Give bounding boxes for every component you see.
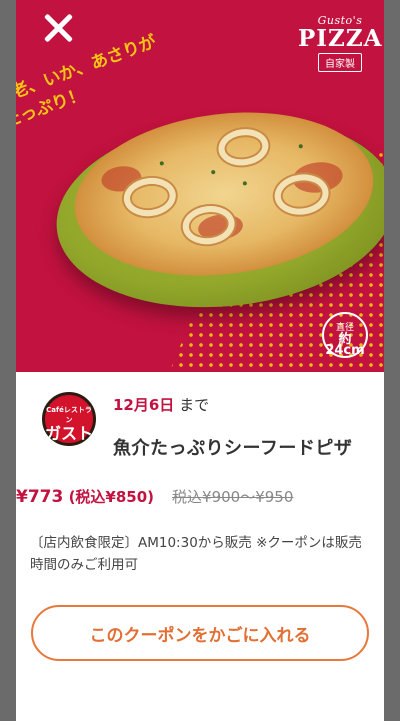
coupon-modal: Gusto's PIZZA 自家製 海老、いか、あさりがたっぷり！ 直径 約24… bbox=[16, 0, 384, 721]
coupon-price-tax: (税込¥850) bbox=[68, 488, 155, 506]
coupon-price: ¥773 (税込¥850) bbox=[16, 486, 154, 507]
size-value: 約24cm bbox=[325, 332, 365, 358]
add-to-cart-button[interactable]: このクーポンをかごに入れる bbox=[31, 605, 369, 661]
deadline: 12月6日 まで bbox=[113, 394, 209, 415]
store-logo-top: Caféレストラン bbox=[46, 406, 92, 424]
price-row: ¥773 (税込¥850) 税込¥900〜¥950 bbox=[16, 486, 293, 507]
pizza-brand-logo: Gusto's PIZZA 自家製 bbox=[298, 14, 382, 78]
product-title: 魚介たっぷりシーフードピザ bbox=[113, 438, 353, 459]
size-badge: 直径 約24cm bbox=[322, 312, 368, 358]
coupon-note: 〔店内飲食限定〕AM10:30から販売 ※クーポンは販売時間のみご利用可 bbox=[30, 535, 362, 573]
original-price: 税込¥900〜¥950 bbox=[172, 488, 294, 506]
store-logo-name: ガスト bbox=[45, 424, 94, 443]
deadline-date: 12月6日 bbox=[113, 396, 175, 414]
deadline-suffix: まで bbox=[179, 396, 210, 414]
hero-banner: Gusto's PIZZA 自家製 海老、いか、あさりがたっぷり！ 直径 約24… bbox=[16, 0, 384, 372]
brand-tag: 自家製 bbox=[318, 53, 362, 72]
store-logo: Caféレストラン ガスト bbox=[42, 392, 96, 446]
brand-main: PIZZA bbox=[298, 25, 383, 52]
coupon-price-value: ¥773 bbox=[16, 487, 64, 507]
close-icon[interactable] bbox=[38, 8, 78, 48]
coupon-details: Caféレストラン ガスト 12月6日 まで 魚介たっぷりシーフードピザ ¥77… bbox=[16, 372, 384, 721]
